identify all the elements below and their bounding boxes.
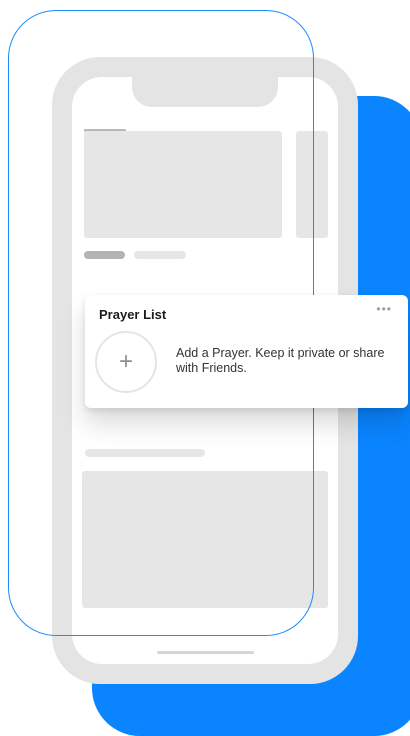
add-prayer-button[interactable]: + [95,331,157,393]
home-indicator [157,651,254,654]
plus-icon: + [118,348,133,375]
prayer-list-title: Prayer List [99,307,167,322]
prayer-list-card[interactable]: Prayer List ••• + Add a Prayer. Keep it … [85,295,408,408]
prayer-list-description: Add a Prayer. Keep it private or share w… [176,346,385,375]
more-horizontal-icon[interactable]: ••• [376,303,392,315]
